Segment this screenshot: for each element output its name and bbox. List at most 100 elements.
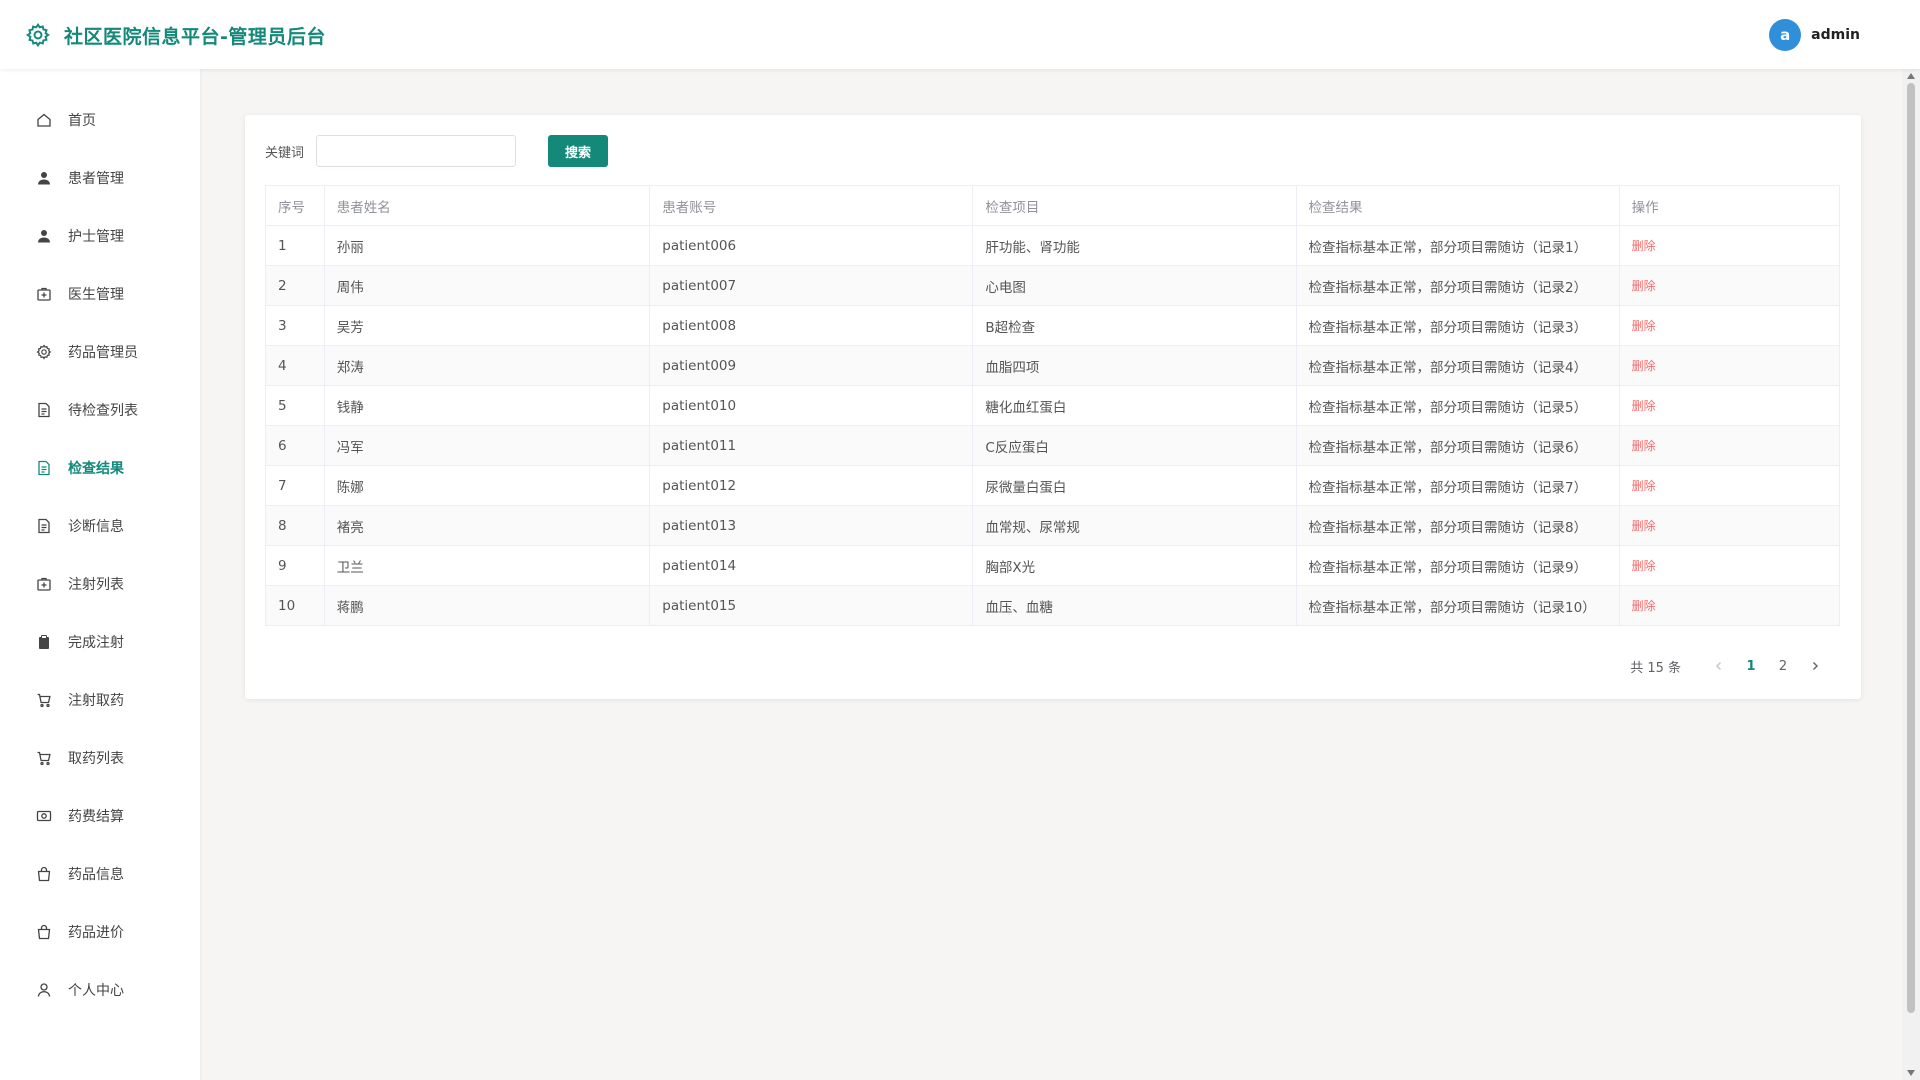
- document-icon: [36, 518, 52, 534]
- cart-icon: [36, 750, 52, 766]
- user-icon: [36, 228, 52, 244]
- sidebar-item-5[interactable]: 待检查列表: [0, 381, 200, 439]
- delete-button[interactable]: 删除: [1632, 519, 1656, 533]
- cell-patient-name: 卫兰: [323, 545, 651, 586]
- sidebar-item-label: 检查结果: [68, 461, 124, 477]
- cell-patient-name: 陈娜: [323, 465, 651, 506]
- cell-actions: 删除: [1618, 265, 1841, 306]
- user-menu[interactable]: a admin: [1769, 19, 1860, 51]
- sidebar-item-label: 药费结算: [68, 809, 124, 825]
- cell-no: 2: [265, 265, 325, 306]
- sidebar-item-11[interactable]: 取药列表: [0, 729, 200, 787]
- sidebar-item-3[interactable]: 医生管理: [0, 265, 200, 323]
- delete-button[interactable]: 删除: [1632, 279, 1656, 293]
- sidebar-item-6[interactable]: 检查结果: [0, 439, 200, 497]
- sidebar-item-8[interactable]: 注射列表: [0, 555, 200, 613]
- chevron-right-icon[interactable]: [1799, 652, 1831, 680]
- col-header-actions: 操作: [1618, 185, 1841, 226]
- cell-patient-name: 孙丽: [323, 225, 651, 266]
- scroll-up-arrow-icon[interactable]: [1907, 73, 1915, 79]
- medical-kit-icon: [36, 286, 52, 302]
- sidebar-item-label: 患者管理: [68, 171, 124, 187]
- delete-button[interactable]: 删除: [1632, 479, 1656, 493]
- sidebar-item-7[interactable]: 诊断信息: [0, 497, 200, 555]
- cell-actions: 删除: [1618, 545, 1841, 586]
- sidebar-item-4[interactable]: 药品管理员: [0, 323, 200, 381]
- sidebar-item-0[interactable]: 首页: [0, 91, 200, 149]
- cell-patient-account: patient014: [649, 545, 974, 586]
- sidebar-item-label: 医生管理: [68, 287, 124, 303]
- table-row: 4 郑涛 patient009 血脂四项 检查指标基本正常，部分项目需随访（记录4） 删除: [265, 345, 1841, 386]
- money-icon: [36, 808, 52, 824]
- sidebar-item-label: 首页: [68, 113, 96, 129]
- sidebar-item-10[interactable]: 注射取药: [0, 671, 200, 729]
- cell-actions: 删除: [1618, 425, 1841, 466]
- sidebar-item-label: 完成注射: [68, 635, 124, 651]
- top-header: 社区医院信息平台-管理员后台 a admin: [0, 0, 1920, 69]
- chevron-left-icon[interactable]: [1703, 652, 1735, 680]
- cell-patient-name: 郑涛: [323, 345, 651, 386]
- sidebar-item-2[interactable]: 护士管理: [0, 207, 200, 265]
- total-count: 共 15 条: [1630, 660, 1681, 676]
- cell-no: 9: [265, 545, 325, 586]
- delete-button[interactable]: 删除: [1632, 599, 1656, 613]
- table-row: 7 陈娜 patient012 尿微量白蛋白 检查指标基本正常，部分项目需随访（记录7）…: [265, 465, 1841, 506]
- page-scrollbar[interactable]: [1902, 69, 1920, 1080]
- gear-icon: [36, 344, 52, 360]
- col-header-item: 检查项目: [972, 185, 1297, 226]
- cell-actions: 删除: [1618, 585, 1841, 626]
- delete-button[interactable]: 删除: [1632, 439, 1656, 453]
- col-header-name: 患者姓名: [323, 185, 651, 226]
- cell-patient-name: 褚亮: [323, 505, 651, 546]
- table-header-row: 序号 患者姓名 患者账号 检查项目 检查结果 操作: [265, 185, 1841, 226]
- username[interactable]: admin: [1811, 27, 1860, 43]
- delete-button[interactable]: 删除: [1632, 399, 1656, 413]
- delete-button[interactable]: 删除: [1632, 559, 1656, 573]
- sidebar-item-label: 个人中心: [68, 983, 124, 999]
- cell-actions: 删除: [1618, 505, 1841, 546]
- delete-button[interactable]: 删除: [1632, 319, 1656, 333]
- sidebar-item-9[interactable]: 完成注射: [0, 613, 200, 671]
- page-1-button[interactable]: 1: [1735, 652, 1767, 680]
- table-row: 8 褚亮 patient013 血常规、尿常规 检查指标基本正常，部分项目需随访（记录8…: [265, 505, 1841, 546]
- table-row: 2 周伟 patient007 心电图 检查指标基本正常，部分项目需随访（记录2） 删除: [265, 265, 1841, 306]
- cell-patient-name: 周伟: [323, 265, 651, 306]
- delete-button[interactable]: 删除: [1632, 359, 1656, 373]
- cell-actions: 删除: [1618, 305, 1841, 346]
- scroll-down-arrow-icon[interactable]: [1907, 1070, 1915, 1076]
- cell-patient-name: 冯军: [323, 425, 651, 466]
- search-label: 关键词: [265, 145, 305, 161]
- cell-exam-result: 检查指标基本正常，部分项目需随访（记录7）: [1295, 465, 1620, 506]
- page-2-button[interactable]: 2: [1767, 652, 1799, 680]
- cell-patient-account: patient010: [649, 385, 974, 426]
- sidebar-item-14[interactable]: 药品进价: [0, 903, 200, 961]
- table-row: 6 冯军 patient011 C反应蛋白 检查指标基本正常，部分项目需随访（记录6） 删…: [265, 425, 1841, 466]
- cell-patient-name: 钱静: [323, 385, 651, 426]
- main-content: 关键词 搜索 序号 患者姓名 患者账号 检查项目 检查结果 操作 1 孙丽 pati…: [200, 69, 1902, 1080]
- cell-exam-item: C反应蛋白: [972, 425, 1297, 466]
- scroll-thumb[interactable]: [1907, 83, 1915, 1013]
- cell-patient-account: patient011: [649, 425, 974, 466]
- sidebar-item-label: 护士管理: [68, 229, 124, 245]
- cell-actions: 删除: [1618, 345, 1841, 386]
- sidebar-item-13[interactable]: 药品信息: [0, 845, 200, 903]
- clipboard-icon: [36, 634, 52, 650]
- bag-icon: [36, 924, 52, 940]
- cell-patient-account: patient013: [649, 505, 974, 546]
- sidebar-item-1[interactable]: 患者管理: [0, 149, 200, 207]
- cell-exam-item: 肝功能、肾功能: [972, 225, 1297, 266]
- search-input[interactable]: [316, 135, 517, 167]
- sidebar-item-15[interactable]: 个人中心: [0, 961, 200, 1019]
- search-button[interactable]: 搜索: [548, 135, 609, 167]
- cell-actions: 删除: [1618, 225, 1841, 266]
- avatar[interactable]: a: [1769, 19, 1802, 51]
- delete-button[interactable]: 删除: [1632, 239, 1656, 253]
- cell-patient-account: patient009: [649, 345, 974, 386]
- cart-icon: [36, 692, 52, 708]
- sidebar-item-12[interactable]: 药费结算: [0, 787, 200, 845]
- document-icon: [36, 460, 52, 476]
- col-header-account: 患者账号: [649, 185, 974, 226]
- cell-exam-item: 血脂四项: [972, 345, 1297, 386]
- sidebar-nav: 首页患者管理护士管理医生管理药品管理员 待检查列表检查结果诊断信息 注射列表完成注射…: [0, 69, 200, 1019]
- cell-patient-account: patient015: [649, 585, 974, 626]
